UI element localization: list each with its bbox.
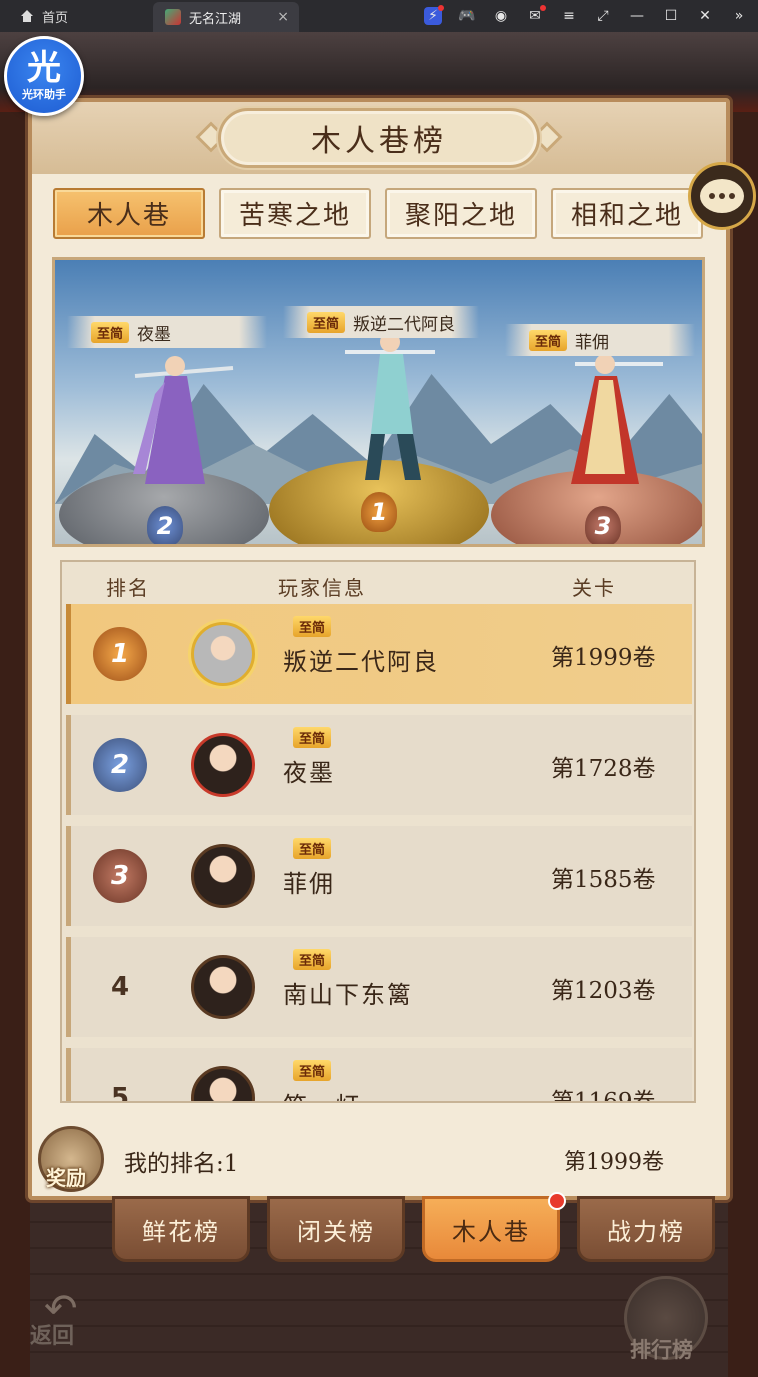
menu-icon[interactable]: ≡ (560, 7, 578, 25)
leaderboard-table[interactable]: 排名 玩家信息 关卡 1 至简 叛逆二代阿良 第1999卷 2 至简 夜墨 第1… (60, 560, 696, 1103)
rank-number: 5 (110, 1083, 130, 1103)
gamepad-icon[interactable]: 🎮 (458, 7, 476, 25)
podium-name-1: 叛逆二代阿良 (353, 314, 456, 335)
home-tab-label: 首页 (42, 10, 69, 26)
podium-medal-3: 3 (585, 506, 621, 544)
avatar[interactable] (191, 622, 255, 686)
player-stage: 第1999卷 (551, 645, 656, 671)
player-stage: 第1169卷 (551, 1089, 656, 1103)
title-badge: 至简 (307, 311, 346, 333)
podium-nameplate-1: 至简 叛逆二代阿良 (283, 306, 479, 338)
my-stage-label: 第1999卷 (564, 1150, 664, 1175)
mail-icon[interactable]: ✉ (526, 5, 546, 25)
podium-name-2: 夜墨 (137, 324, 172, 345)
table-row[interactable]: 1 至简 叛逆二代阿良 第1999卷 (66, 604, 692, 704)
boost-icon[interactable]: ⚡ (424, 5, 444, 25)
close-icon[interactable]: ✕ (696, 7, 714, 25)
player-stage: 第1728卷 (551, 756, 656, 782)
player-stage: 第1203卷 (551, 978, 656, 1004)
board-tab-muren[interactable]: 木人巷 (422, 1196, 560, 1262)
avatar[interactable] (191, 844, 255, 908)
player-stage: 第1585卷 (551, 867, 656, 893)
title-badge: 至简 (91, 321, 130, 343)
avatar[interactable] (191, 955, 255, 1019)
browser-tab-bar: 首页 无名江湖 × ⚡ 🎮 ◉ ✉ ≡ ⤢ — ☐ ✕ » (0, 0, 758, 32)
app-logo[interactable]: 光 光环助手 (4, 36, 84, 116)
title-badge: 至简 (529, 329, 568, 351)
panel-title: 木人巷榜 (218, 108, 540, 168)
rank-medal-1: 1 (93, 627, 147, 681)
rank-medal-3: 3 (93, 849, 147, 903)
podium-medal-1: 1 (361, 492, 397, 532)
game-favicon-icon (165, 9, 181, 25)
home-icon (20, 9, 34, 23)
title-badge: 至简 (293, 616, 332, 637)
table-row[interactable]: 5 至简 笑一灯 第1169卷 (66, 1048, 692, 1103)
column-header-player: 玩家信息 (278, 576, 366, 600)
region-tab-juyang[interactable]: 聚阳之地 (385, 188, 537, 239)
title-badge: 至简 (293, 727, 332, 748)
notification-dot (548, 1192, 566, 1210)
avatar[interactable] (191, 1066, 255, 1101)
close-tab-icon[interactable]: × (277, 9, 289, 25)
region-tab-kuhan[interactable]: 苦寒之地 (219, 188, 371, 239)
title-badge: 至简 (293, 838, 332, 859)
ranking-button[interactable]: 排行榜 (630, 1334, 693, 1364)
home-tab[interactable]: 首页 (0, 7, 150, 26)
podium-illustration: 2 1 3 至简 夜墨 至简 叛逆二代阿良 至简 菲佣 (52, 257, 705, 547)
board-tab-power[interactable]: 战力榜 (577, 1196, 715, 1262)
chat-button[interactable] (688, 162, 756, 230)
board-tab-flowers[interactable]: 鲜花榜 (112, 1196, 250, 1262)
logo-glyph: 光 (27, 48, 61, 88)
account-icon[interactable]: ◉ (492, 7, 510, 25)
player-name: 菲佣 (283, 870, 335, 898)
podium-name-3: 菲佣 (575, 332, 610, 353)
logo-text: 光环助手 (22, 88, 66, 101)
podium-nameplate-3: 至简 菲佣 (505, 324, 695, 356)
rank-number: 4 (110, 972, 130, 1002)
chat-bubble-icon (700, 179, 744, 213)
column-header-rank: 排名 (106, 576, 150, 600)
title-badge: 至简 (293, 949, 332, 970)
podium-medal-2: 2 (147, 506, 183, 544)
player-name: 叛逆二代阿良 (283, 648, 439, 676)
my-rank-label: 我的排名:1 (124, 1151, 239, 1177)
region-tab-muren[interactable]: 木人巷 (53, 188, 205, 239)
board-tab-seclusion[interactable]: 闭关榜 (267, 1196, 405, 1262)
table-row[interactable]: 3 至简 菲佣 第1585卷 (66, 826, 692, 926)
region-tab-xianghe[interactable]: 相和之地 (551, 188, 703, 239)
second-place-figure (133, 356, 234, 484)
game-tab-label: 无名江湖 (189, 11, 242, 27)
avatar[interactable] (191, 733, 255, 797)
reward-button[interactable]: 奖励 (46, 1162, 86, 1191)
back-button[interactable]: 返回 (30, 1318, 74, 1350)
expand-icon[interactable]: » (730, 7, 748, 25)
table-row[interactable]: 4 至简 南山下东篱 第1203卷 (66, 937, 692, 1037)
title-badge: 至简 (293, 1060, 332, 1081)
player-name: 笑一灯 (283, 1086, 361, 1101)
screenshot-icon[interactable]: ⤢ (594, 7, 612, 25)
rank-medal-2: 2 (93, 738, 147, 792)
podium-nameplate-2: 至简 夜墨 (67, 316, 267, 348)
table-row[interactable]: 2 至简 夜墨 第1728卷 (66, 715, 692, 815)
player-name: 南山下东篱 (283, 981, 413, 1009)
minimize-icon[interactable]: — (628, 7, 646, 25)
column-header-stage: 关卡 (572, 576, 616, 600)
maximize-icon[interactable]: ☐ (662, 7, 680, 25)
player-name: 夜墨 (283, 759, 335, 787)
game-tab[interactable]: 无名江湖 × (153, 2, 299, 32)
